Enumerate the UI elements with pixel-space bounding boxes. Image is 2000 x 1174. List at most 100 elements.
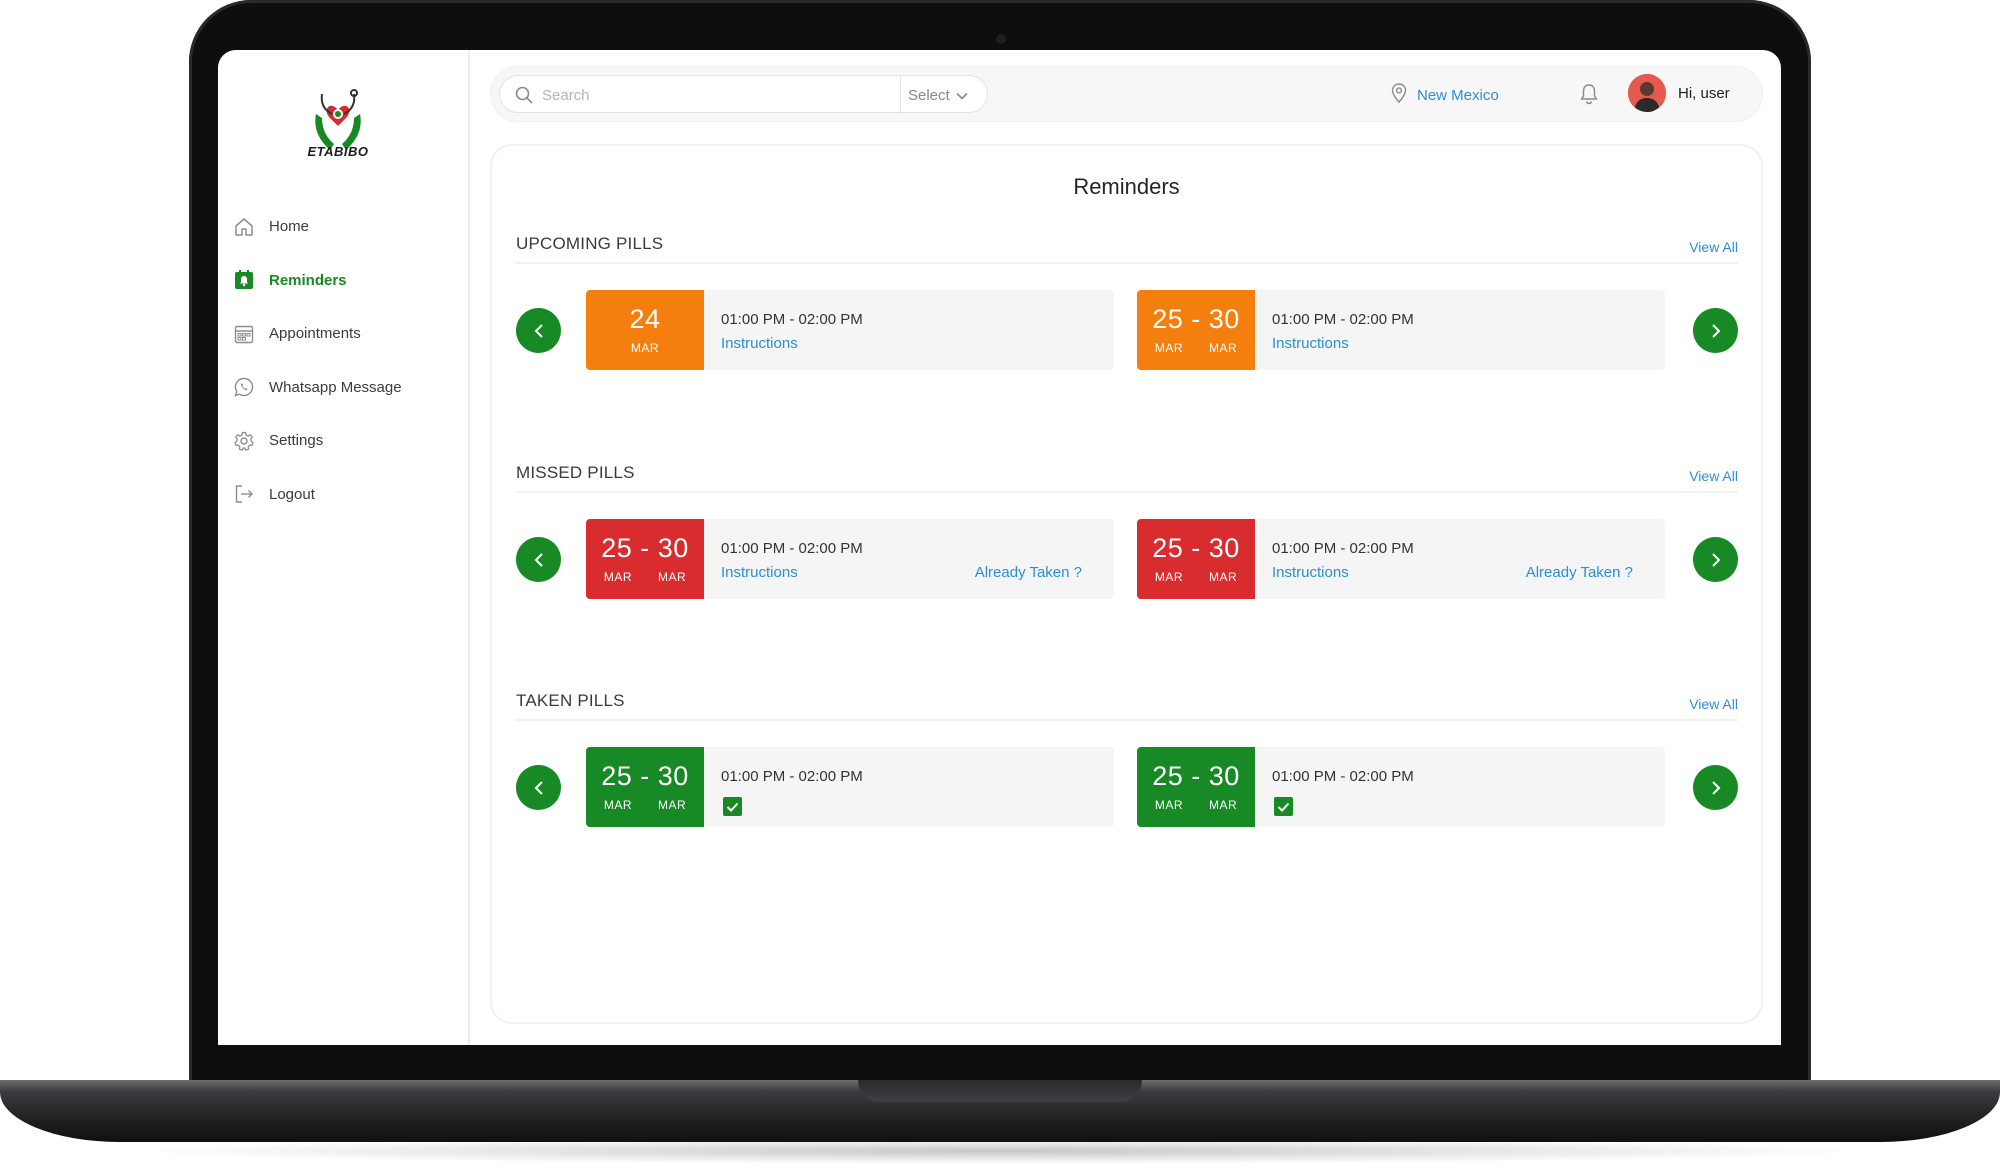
instructions-link[interactable]: Instructions — [1272, 335, 1349, 352]
chevron-left-icon — [534, 323, 543, 338]
user-greeting: Hi, user — [1678, 84, 1730, 102]
missed-pills-section: MISSED PILLS View All 25 - 30 MAR MAR 01… — [516, 455, 1738, 599]
reminders-panel: Reminders UPCOMING PILLS View All 24 MAR — [490, 144, 1763, 1024]
date-block: 24 MAR — [586, 290, 704, 370]
taken-pills-section: TAKEN PILLS View All 25 - 30 MAR MAR 01:… — [516, 683, 1738, 827]
sidebar-item-logout[interactable]: Logout — [231, 468, 461, 522]
search-input[interactable] — [542, 84, 872, 106]
sidebar-nav: Home Reminders Appointments Whatsapp Mes… — [231, 200, 461, 521]
pill-time: 01:00 PM - 02:00 PM — [1272, 311, 1414, 328]
date-range: 25 - 30 — [1152, 304, 1240, 334]
pill-time: 01:00 PM - 02:00 PM — [721, 768, 863, 785]
carousel-prev-button[interactable] — [516, 308, 561, 353]
carousel-prev-button[interactable] — [516, 537, 561, 582]
pill-time: 01:00 PM - 02:00 PM — [1272, 768, 1414, 785]
chevron-down-icon — [956, 87, 968, 104]
chevron-right-icon — [1711, 780, 1720, 795]
date-range: 25 - 30 — [601, 761, 689, 791]
brand-name: ETABIBO — [307, 144, 369, 159]
calendar-icon — [231, 321, 257, 347]
month-label: MAR — [1209, 570, 1238, 584]
search-box: Select — [499, 75, 988, 114]
date-block: 25 - 30 MAR MAR — [586, 747, 704, 827]
taken-checkbox[interactable] — [1274, 797, 1293, 816]
date-block: 25 - 30 MAR MAR — [1137, 747, 1255, 827]
chevron-right-icon — [1711, 552, 1720, 567]
page-title: Reminders — [1073, 174, 1180, 199]
select-label: Select — [908, 86, 950, 104]
taken-checkbox[interactable] — [723, 797, 742, 816]
instructions-link[interactable]: Instructions — [1272, 564, 1349, 581]
date-months: MAR MAR — [1137, 798, 1255, 812]
date-block: 25 - 30 MAR MAR — [1137, 519, 1255, 599]
whatsapp-icon — [231, 374, 257, 400]
date-months: MAR MAR — [586, 570, 704, 584]
sidebar-item-whatsapp-message[interactable]: Whatsapp Message — [231, 361, 461, 415]
already-taken-link[interactable]: Already Taken ? — [1526, 564, 1633, 581]
chevron-right-icon — [1711, 323, 1720, 338]
month-label: MAR — [658, 798, 687, 812]
avatar — [1628, 74, 1666, 112]
laptop-shadow — [120, 1138, 1880, 1164]
pill-card[interactable]: 25 - 30 MAR MAR 01:00 PM - 02:00 PM — [586, 747, 1114, 827]
instructions-link[interactable]: Instructions — [721, 564, 798, 581]
month-label: MAR — [1154, 798, 1183, 812]
view-all-link[interactable]: View All — [1689, 696, 1738, 712]
section-title: TAKEN PILLS — [516, 691, 625, 710]
month-label: MAR — [658, 570, 687, 584]
taken-carousel: 25 - 30 MAR MAR 01:00 PM - 02:00 PM 25 -… — [516, 747, 1738, 827]
sidebar-item-label: Reminders — [269, 271, 347, 289]
pill-time: 01:00 PM - 02:00 PM — [1272, 540, 1414, 557]
top-bar: Select New Mexico Hi, user — [490, 66, 1763, 122]
carousel-prev-button[interactable] — [516, 765, 561, 810]
sidebar-item-label: Appointments — [269, 325, 361, 343]
pill-card[interactable]: 25 - 30 MAR MAR 01:00 PM - 02:00 PM Inst… — [1137, 290, 1665, 370]
view-all-link[interactable]: View All — [1689, 239, 1738, 255]
location-pin-icon — [1391, 83, 1407, 107]
pill-card[interactable]: 24 MAR 01:00 PM - 02:00 PM Instructions — [586, 290, 1114, 370]
chevron-left-icon — [534, 552, 543, 567]
month-label: MAR — [1154, 341, 1183, 355]
pill-card[interactable]: 25 - 30 MAR MAR 01:00 PM - 02:00 PM Inst… — [586, 519, 1114, 599]
sidebar-item-settings[interactable]: Settings — [231, 414, 461, 468]
gear-icon — [231, 428, 257, 454]
bell-icon[interactable] — [1578, 82, 1600, 111]
section-title: MISSED PILLS — [516, 463, 635, 482]
date-block: 25 - 30 MAR MAR — [1137, 290, 1255, 370]
month-label: MAR — [1154, 570, 1183, 584]
search-icon — [514, 85, 534, 110]
carousel-next-button[interactable] — [1693, 308, 1738, 353]
checkmark-icon — [726, 802, 739, 812]
date-block: 25 - 30 MAR MAR — [586, 519, 704, 599]
pill-time: 01:00 PM - 02:00 PM — [721, 311, 863, 328]
home-icon — [231, 214, 257, 240]
section-header: UPCOMING PILLS View All — [516, 226, 1738, 264]
section-title: UPCOMING PILLS — [516, 234, 664, 253]
instructions-link[interactable]: Instructions — [721, 335, 798, 352]
missed-carousel: 25 - 30 MAR MAR 01:00 PM - 02:00 PM Inst… — [516, 519, 1738, 599]
date-months: MAR MAR — [1137, 341, 1255, 355]
chevron-left-icon — [534, 780, 543, 795]
date-range: 25 - 30 — [1152, 533, 1240, 563]
pill-card[interactable]: 25 - 30 MAR MAR 01:00 PM - 02:00 PM — [1137, 747, 1665, 827]
date-range: 25 - 30 — [1152, 761, 1240, 791]
already-taken-link[interactable]: Already Taken ? — [975, 564, 1082, 581]
sidebar-item-home[interactable]: Home — [231, 200, 461, 254]
view-all-link[interactable]: View All — [1689, 468, 1738, 484]
upcoming-pills-section: UPCOMING PILLS View All 24 MAR 01:00 PM … — [516, 226, 1738, 370]
month-label: MAR — [630, 341, 660, 355]
date-months: MAR — [586, 341, 704, 355]
category-select[interactable]: Select — [908, 85, 968, 105]
sidebar-item-reminders[interactable]: Reminders — [231, 254, 461, 308]
location-selector[interactable]: New Mexico — [1391, 83, 1499, 107]
sidebar-item-label: Home — [269, 218, 310, 236]
pill-card[interactable]: 25 - 30 MAR MAR 01:00 PM - 02:00 PM Inst… — [1137, 519, 1665, 599]
logout-icon — [231, 481, 257, 507]
reminder-icon — [231, 267, 257, 293]
carousel-next-button[interactable] — [1693, 765, 1738, 810]
sidebar-item-appointments[interactable]: Appointments — [231, 307, 461, 361]
upcoming-carousel: 24 MAR 01:00 PM - 02:00 PM Instructions … — [516, 290, 1738, 370]
user-menu[interactable]: Hi, user — [1628, 74, 1730, 112]
carousel-next-button[interactable] — [1693, 537, 1738, 582]
sidebar-item-label: Settings — [269, 432, 324, 450]
